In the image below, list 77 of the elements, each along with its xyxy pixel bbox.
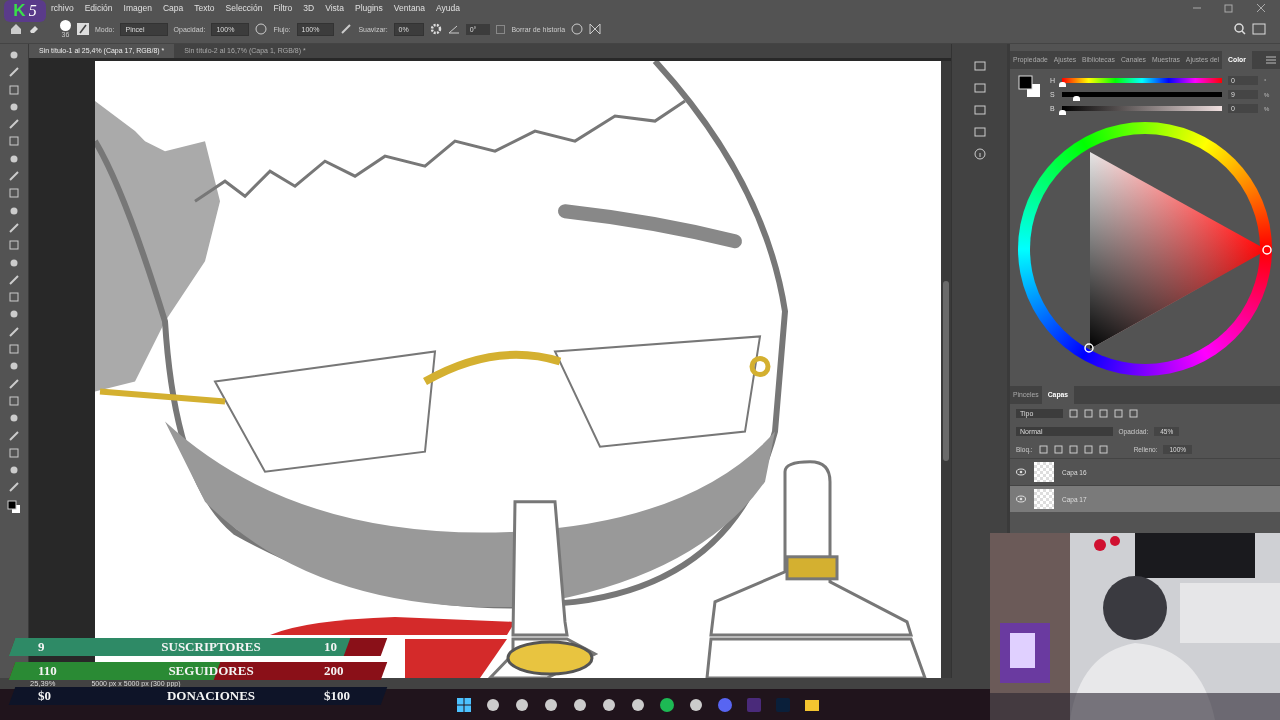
panel-icon[interactable]: [973, 82, 986, 94]
tool-icon[interactable]: [9, 482, 19, 493]
chat-icon[interactable]: [717, 696, 733, 713]
tool-icon[interactable]: [9, 465, 19, 476]
tool-icon[interactable]: [9, 447, 19, 458]
tool-icon[interactable]: [9, 136, 19, 147]
workspace-icon[interactable]: [1252, 23, 1266, 35]
panel-icon[interactable]: [973, 126, 986, 138]
tool-icon[interactable]: [9, 101, 19, 112]
menu-item[interactable]: Selección: [220, 2, 268, 13]
tool-icon[interactable]: [9, 171, 19, 182]
tool-icon[interactable]: [9, 188, 19, 199]
tool-icon[interactable]: [9, 205, 19, 216]
tool-icon[interactable]: [9, 50, 19, 60]
tool-icon[interactable]: [9, 292, 19, 303]
layer-thumbnail: [1034, 462, 1054, 482]
menu-item[interactable]: Vista: [320, 2, 349, 13]
search-icon[interactable]: [1234, 23, 1246, 35]
app-icon[interactable]: [543, 696, 559, 713]
tool-icon[interactable]: [9, 413, 19, 424]
restore-icon[interactable]: [1224, 2, 1234, 13]
music-icon[interactable]: [659, 696, 675, 713]
angle-icon[interactable]: [447, 23, 460, 35]
menu-item[interactable]: rchivo: [46, 2, 79, 13]
goal-label: DONACIONES: [165, 688, 257, 704]
goal-target: 200: [324, 663, 345, 679]
tool-icon[interactable]: [9, 344, 19, 355]
tool-icon[interactable]: [9, 309, 19, 320]
menu-item[interactable]: Imagen: [118, 2, 157, 13]
tool-icon[interactable]: [9, 240, 19, 251]
eye-icon[interactable]: [1016, 468, 1026, 476]
close-icon[interactable]: [1256, 2, 1266, 13]
goal-label: SUSCRIPTORES: [160, 639, 262, 655]
tool-icon[interactable]: [9, 430, 19, 441]
menu-item[interactable]: Plugins: [349, 2, 388, 13]
scrollbar-thumb[interactable]: [943, 281, 949, 461]
goal-current: 110: [37, 663, 58, 679]
brush-panel-icon[interactable]: [77, 23, 89, 35]
eye-icon[interactable]: [1016, 495, 1026, 503]
tool-icon[interactable]: [9, 326, 19, 337]
app-icon[interactable]: [601, 696, 617, 713]
goal-target: $100: [324, 688, 351, 704]
slider-thumb[interactable]: [1059, 82, 1066, 87]
tool-icon[interactable]: [9, 153, 19, 164]
menu-item[interactable]: Ventana: [388, 2, 431, 13]
windows-icon[interactable]: [456, 696, 472, 713]
tool-icon[interactable]: [9, 257, 19, 268]
goal-current: $0: [37, 688, 52, 704]
color-swatches-icon[interactable]: [1018, 75, 1042, 99]
menu-item[interactable]: Capa: [157, 2, 189, 13]
menu-item[interactable]: Ayuda: [431, 2, 465, 13]
info-icon[interactable]: [973, 148, 986, 160]
tool-icon[interactable]: [9, 361, 19, 372]
panel-icon[interactable]: [973, 60, 986, 72]
goal-current: 9: [37, 639, 46, 655]
tool-icon[interactable]: [9, 84, 19, 95]
slider-thumb[interactable]: [1059, 110, 1066, 115]
tool-icon[interactable]: [9, 119, 19, 130]
menu-item[interactable]: Filtro: [268, 2, 298, 13]
menu-item[interactable]: Texto: [189, 2, 220, 13]
color-swatches-icon[interactable]: [7, 499, 21, 514]
tool-icon[interactable]: [9, 67, 19, 78]
menu-icon[interactable]: [1266, 56, 1276, 64]
goal-target: 10: [324, 639, 338, 655]
channel-logo: K 5: [4, 0, 46, 22]
tool-icon[interactable]: [9, 222, 19, 233]
tool-icon[interactable]: [9, 395, 19, 406]
checkbox[interactable]: [496, 24, 506, 34]
app-icon[interactable]: [630, 696, 646, 713]
tool-icon[interactable]: [9, 378, 19, 389]
settings-icon[interactable]: [429, 23, 442, 35]
slider-thumb[interactable]: [1073, 96, 1081, 101]
menu-item[interactable]: Edición: [79, 2, 118, 13]
tool-icon[interactable]: [9, 274, 19, 285]
menu-item[interactable]: 3D: [298, 2, 320, 13]
layer-thumbnail: [1034, 489, 1054, 509]
panel-icon[interactable]: [973, 104, 986, 116]
